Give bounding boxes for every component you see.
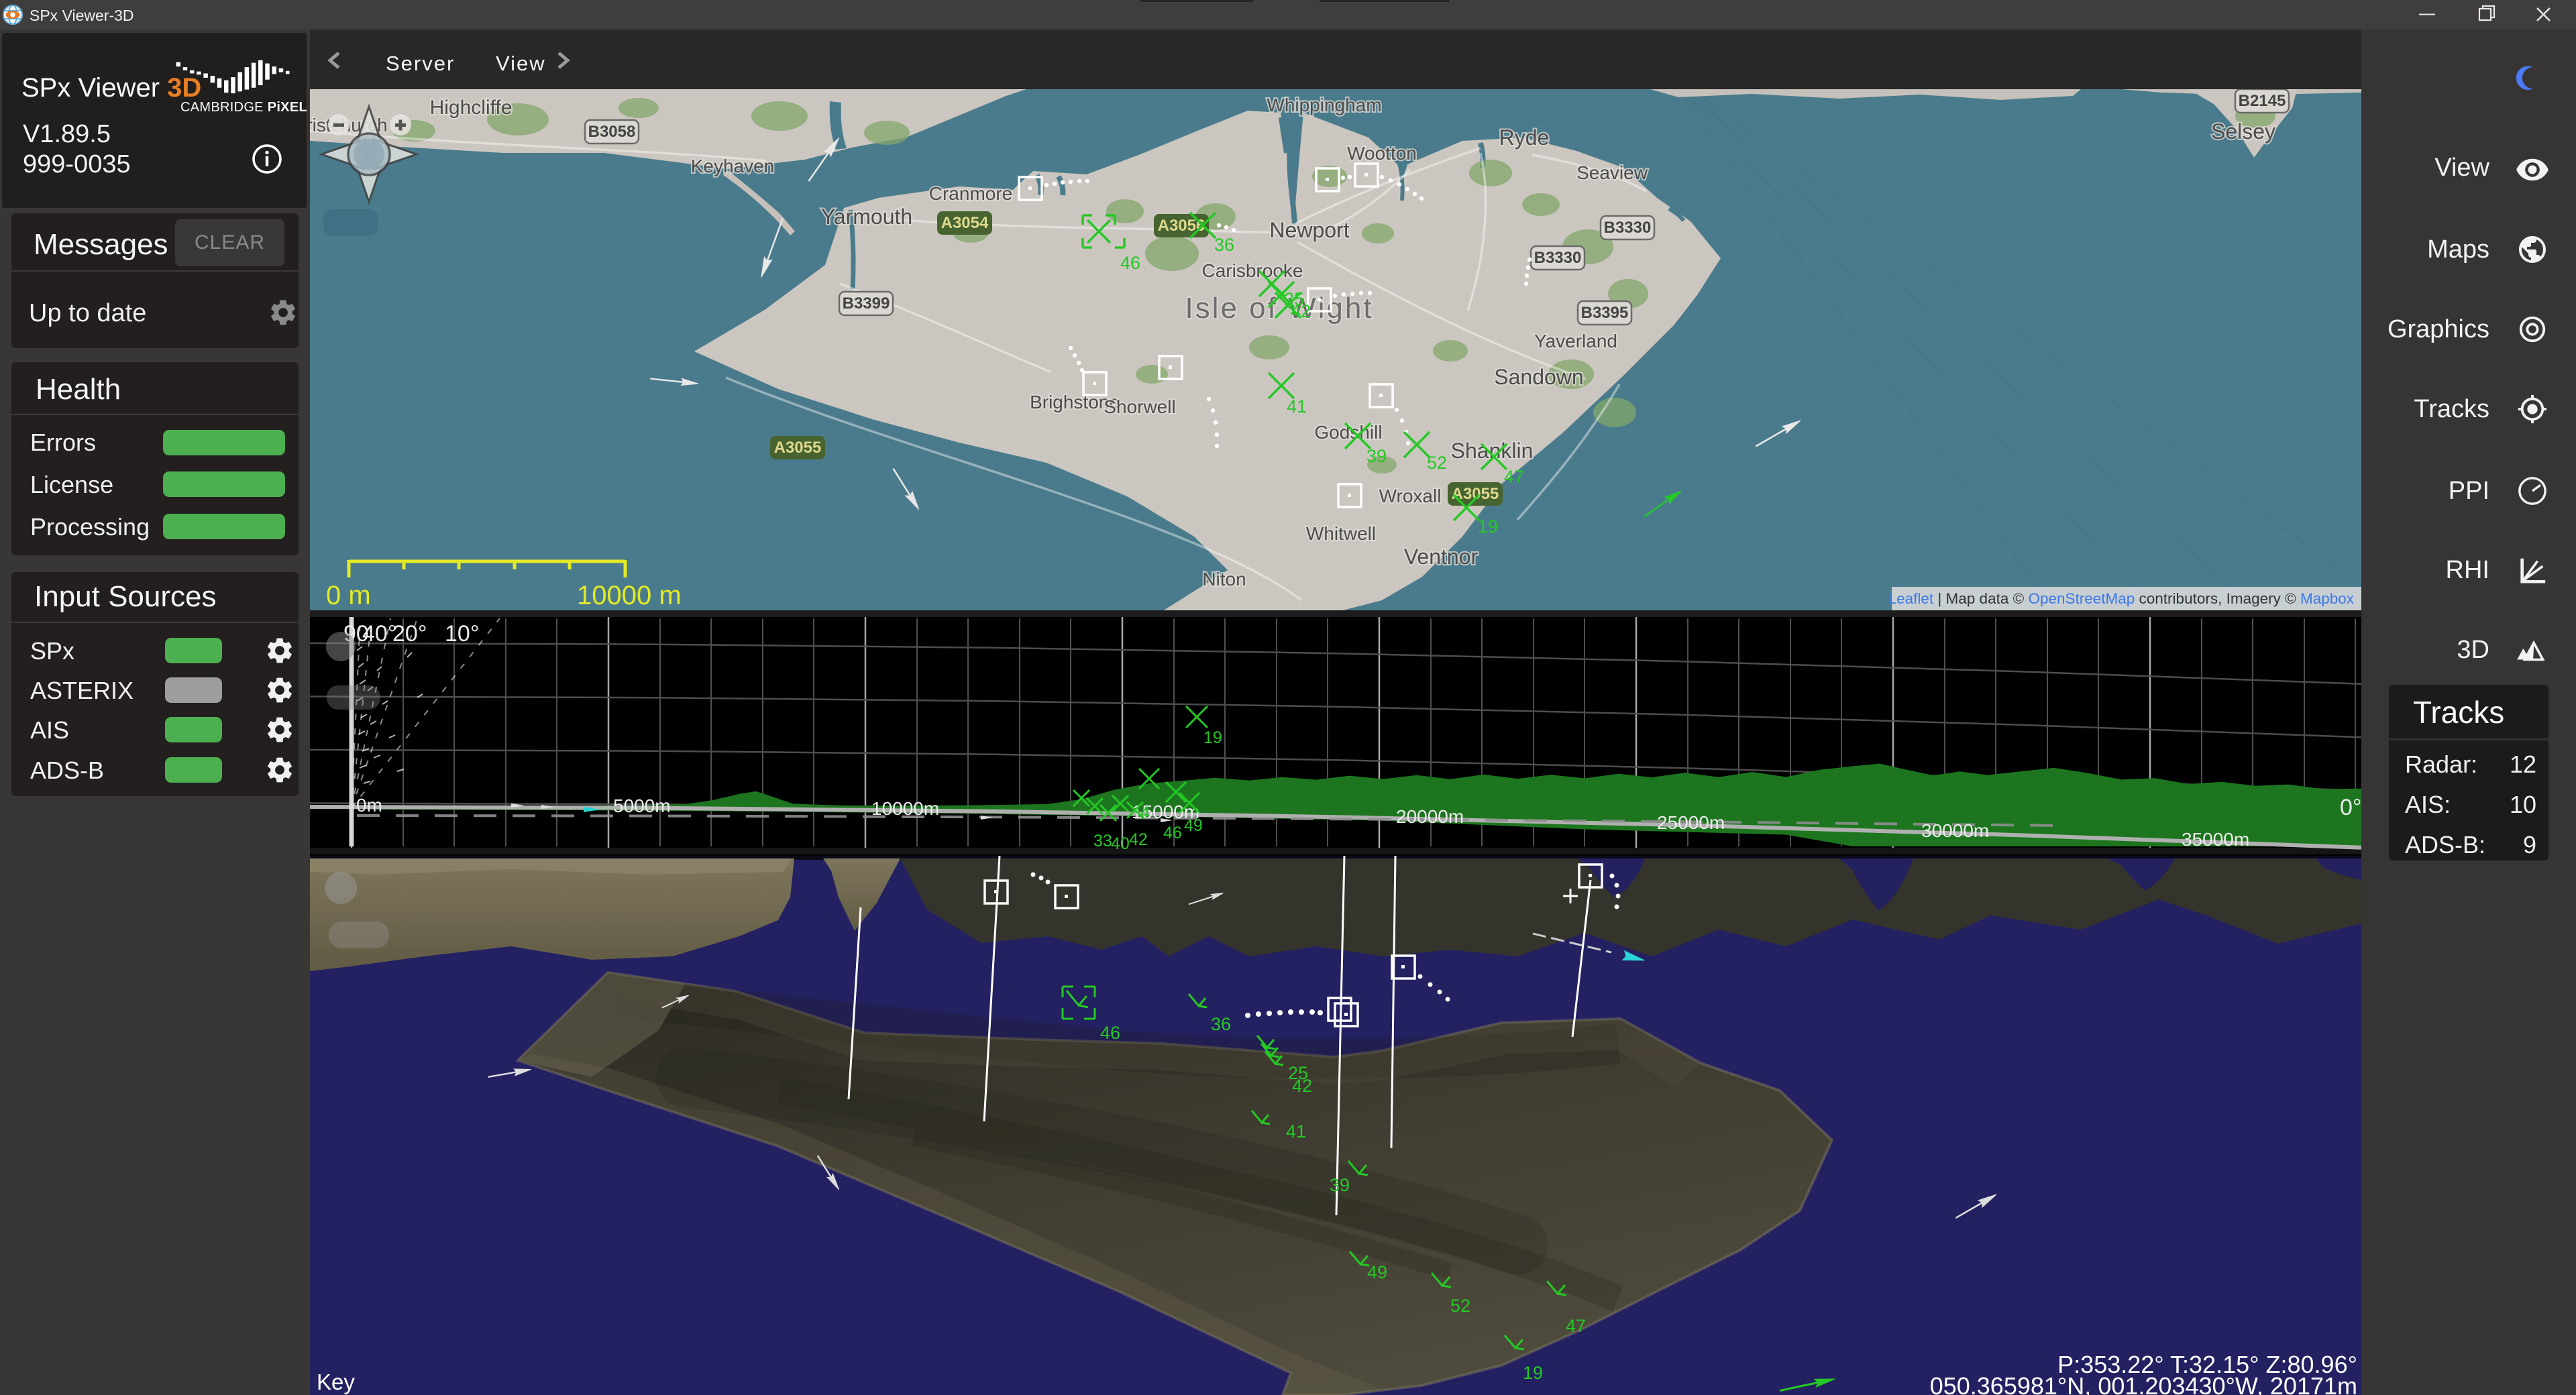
svg-text:Wootton: Wootton: [1347, 143, 1417, 164]
svg-text:Niton: Niton: [1202, 569, 1246, 590]
svg-text:Key: Key: [317, 1370, 355, 1394]
svg-text:35000m: 35000m: [2182, 829, 2249, 850]
svg-text:39: 39: [1366, 446, 1387, 466]
svg-text:19: 19: [1203, 728, 1222, 747]
svg-text:10°: 10°: [445, 621, 479, 647]
svg-text:42: 42: [1291, 301, 1311, 321]
svg-text:5000m: 5000m: [613, 795, 671, 816]
svg-text:Seaview: Seaview: [1576, 162, 1648, 183]
svg-text:Shorwell: Shorwell: [1104, 396, 1175, 417]
svg-text:0°: 0°: [2340, 795, 2361, 820]
svg-text:19: 19: [1478, 516, 1498, 537]
svg-text:A3054: A3054: [941, 214, 989, 232]
svg-text:33: 33: [1093, 832, 1112, 850]
svg-text:B3058: B3058: [588, 123, 636, 141]
svg-text:39: 39: [1330, 1175, 1350, 1195]
svg-text:Yarmouth: Yarmouth: [821, 205, 912, 229]
svg-text:20000m: 20000m: [1396, 806, 1464, 827]
svg-text:49: 49: [1184, 816, 1203, 835]
svg-text:B3399: B3399: [843, 294, 890, 313]
svg-text:42: 42: [1292, 1076, 1312, 1096]
svg-text:36: 36: [1211, 1014, 1231, 1034]
svg-text:0m: 0m: [356, 795, 382, 816]
svg-text:Newport: Newport: [1269, 218, 1349, 242]
svg-text:A3055: A3055: [774, 439, 822, 457]
svg-text:30000m: 30000m: [1921, 820, 1989, 841]
svg-text:25000m: 25000m: [1657, 812, 1725, 833]
svg-text:Yaverland: Yaverland: [1534, 331, 1617, 351]
svg-text:050.365981°N, 001.203430°W, 20: 050.365981°N, 001.203430°W, 20171m: [1930, 1372, 2357, 1395]
svg-text:47: 47: [1504, 467, 1524, 487]
svg-text:Whitwell: Whitwell: [1306, 523, 1376, 544]
svg-text:B2145: B2145: [2239, 92, 2286, 110]
svg-text:Whippingham: Whippingham: [1267, 95, 1381, 115]
svg-text:10000 m: 10000 m: [577, 581, 682, 610]
svg-text:19: 19: [1523, 1363, 1543, 1383]
svg-text:Leaflet | Map data © OpenStree: Leaflet | Map data © OpenStreetMap contr…: [1888, 590, 2355, 607]
svg-text:52: 52: [1427, 453, 1447, 473]
svg-text:4: 4: [1140, 803, 1150, 822]
svg-text:Wroxall: Wroxall: [1379, 486, 1442, 506]
svg-text:B3330: B3330: [1604, 219, 1652, 237]
svg-text:B3330: B3330: [1534, 249, 1582, 267]
svg-text:46: 46: [1120, 253, 1140, 273]
svg-text:0 m: 0 m: [326, 581, 371, 610]
svg-text:36: 36: [1214, 235, 1234, 255]
svg-text:Ventnor: Ventnor: [1404, 545, 1479, 569]
svg-text:10000m: 10000m: [871, 798, 939, 819]
svg-text:52: 52: [1450, 1296, 1470, 1316]
svg-text:Highcliffe: Highcliffe: [430, 97, 513, 119]
svg-text:Keyhaven: Keyhaven: [691, 156, 775, 176]
svg-text:40°: 40°: [362, 621, 396, 647]
svg-text:46: 46: [1100, 1023, 1120, 1043]
svg-text:40: 40: [1111, 834, 1130, 853]
svg-text:41: 41: [1287, 396, 1307, 416]
svg-text:47: 47: [1566, 1316, 1586, 1336]
svg-text:20°: 20°: [392, 621, 427, 647]
svg-text:42: 42: [1129, 830, 1148, 849]
svg-text:Sandown: Sandown: [1494, 365, 1583, 389]
svg-text:Cranmore: Cranmore: [929, 183, 1012, 204]
svg-text:41: 41: [1286, 1121, 1306, 1141]
svg-text:B3395: B3395: [1581, 304, 1629, 322]
svg-text:Carisbrooke: Carisbrooke: [1202, 260, 1303, 281]
svg-text:49: 49: [1367, 1262, 1387, 1282]
svg-text:Selsey: Selsey: [2211, 119, 2275, 144]
svg-text:46: 46: [1163, 824, 1182, 842]
svg-text:Ryde: Ryde: [1499, 125, 1550, 150]
